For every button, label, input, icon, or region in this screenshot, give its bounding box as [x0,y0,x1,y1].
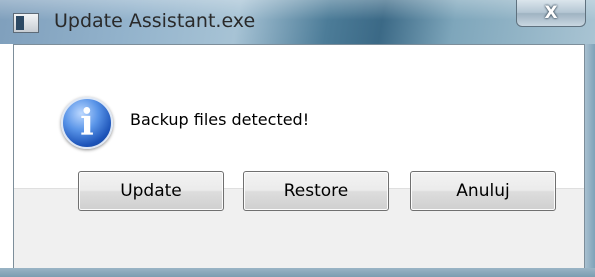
message-text: Backup files detected! [130,110,310,129]
app-icon[interactable] [13,13,39,33]
dialog-body: i Backup files detected! [13,44,585,269]
info-icon: i [61,97,113,149]
title-bar[interactable]: Update Assistant.exe [0,0,595,44]
close-button[interactable]: X [516,0,586,27]
window-title: Update Assistant.exe [54,10,256,32]
close-icon: X [544,3,558,23]
dialog-window: Update Assistant.exe X i Backup files de… [0,0,595,277]
restore-button[interactable]: Restore [243,171,389,211]
update-button[interactable]: Update [78,171,224,211]
window-frame-right [585,44,595,277]
cancel-button[interactable]: Anuluj [410,171,556,211]
window-frame-bottom [0,268,595,277]
message-area: i Backup files detected! [14,45,584,188]
